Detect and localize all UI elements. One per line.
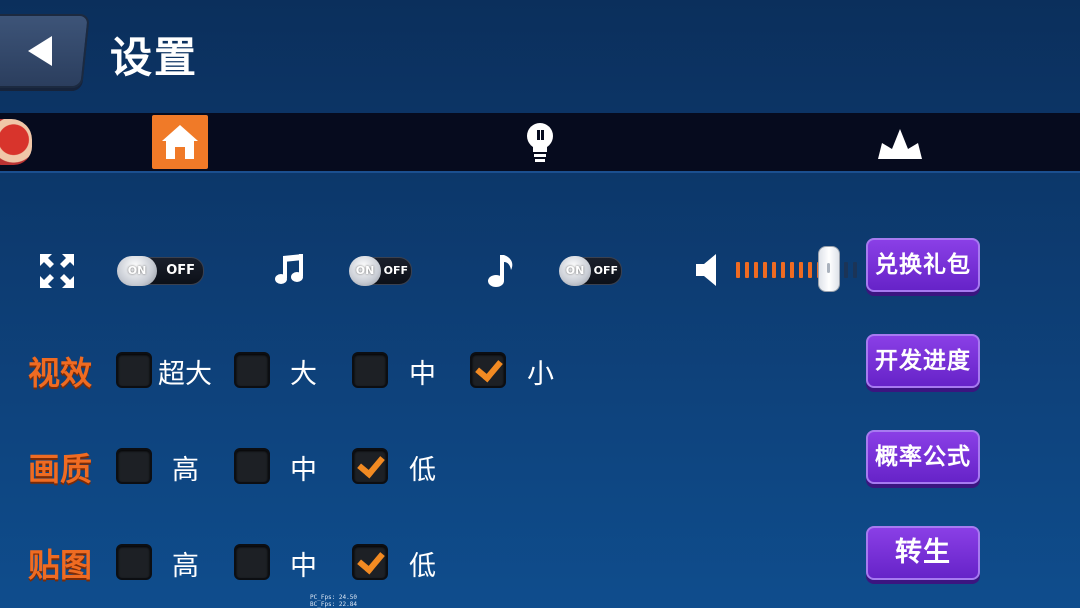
music-toggle[interactable]: ON OFF xyxy=(349,256,412,286)
texture-option-label: 低 xyxy=(409,551,436,582)
sound-effect-icon xyxy=(488,255,513,287)
mascot-icon xyxy=(0,119,32,165)
volume-tick xyxy=(736,262,740,278)
effects-checkbox-small[interactable] xyxy=(470,352,506,388)
effects-label: 视效 xyxy=(28,354,93,392)
texture-label: 贴图 xyxy=(28,546,93,584)
tab-bar xyxy=(0,113,1080,173)
lightbulb-icon xyxy=(527,123,553,162)
effects-option-label: 超大 xyxy=(158,359,212,390)
volume-tick xyxy=(763,262,767,278)
dev-progress-button[interactable]: 开发进度 xyxy=(866,334,980,388)
fullscreen-icon[interactable] xyxy=(38,252,76,290)
quality-checkbox-high[interactable] xyxy=(116,448,152,484)
fullscreen-toggle[interactable]: ON OFF xyxy=(117,256,204,286)
quality-option-label: 低 xyxy=(409,455,436,486)
volume-tick xyxy=(754,262,758,278)
effects-option-label: 中 xyxy=(409,359,436,390)
sound-effect-toggle[interactable]: ON OFF xyxy=(559,256,622,286)
rebirth-button[interactable]: 转生 xyxy=(866,526,980,580)
header: 设置 xyxy=(0,0,1080,112)
quality-checkbox-medium[interactable] xyxy=(234,448,270,484)
toggle-knob: ON xyxy=(349,256,381,286)
effects-option-label: 小 xyxy=(527,359,554,390)
volume-slider-handle[interactable] xyxy=(818,246,840,292)
quality-option-label: 中 xyxy=(290,455,317,486)
volume-slider[interactable] xyxy=(736,262,866,278)
volume-tick xyxy=(799,262,803,278)
crown-icon xyxy=(878,129,922,159)
effects-checkbox-medium[interactable] xyxy=(352,352,388,388)
texture-checkbox-medium[interactable] xyxy=(234,544,270,580)
volume-tick xyxy=(745,262,749,278)
effects-checkbox-large[interactable] xyxy=(234,352,270,388)
back-button[interactable] xyxy=(0,14,90,88)
fps-readout: PC_Fps: 24.50 BC_Fps: 22.84 xyxy=(310,594,357,608)
toggle-off-label: OFF xyxy=(383,264,408,277)
music-icon xyxy=(275,254,303,284)
fps-line: PC_Fps: 24.50 xyxy=(310,594,357,601)
texture-checkbox-low[interactable] xyxy=(352,544,388,580)
effects-checkbox-xlarge[interactable] xyxy=(116,352,152,388)
texture-option-label: 高 xyxy=(172,551,199,582)
volume-tick xyxy=(844,262,848,278)
tab-home[interactable] xyxy=(152,115,208,169)
redeem-gift-button[interactable]: 兑换礼包 xyxy=(866,238,980,292)
texture-checkbox-high[interactable] xyxy=(116,544,152,580)
fps-line: BC_Fps: 22.84 xyxy=(310,601,357,608)
back-arrow-icon xyxy=(27,36,53,66)
toggle-knob: ON xyxy=(559,256,591,286)
tab-crown[interactable] xyxy=(874,121,926,165)
quality-option-label: 高 xyxy=(172,455,199,486)
quality-checkbox-low[interactable] xyxy=(352,448,388,484)
toggle-knob: ON xyxy=(117,256,157,286)
tab-tips[interactable] xyxy=(518,117,562,167)
texture-option-label: 中 xyxy=(290,551,317,582)
toggle-off-label: OFF xyxy=(166,263,195,278)
volume-tick xyxy=(781,262,785,278)
probability-formula-button[interactable]: 概率公式 xyxy=(866,430,980,484)
toggle-off-label: OFF xyxy=(593,264,618,277)
volume-tick xyxy=(772,262,776,278)
page-title: 设置 xyxy=(110,33,199,82)
volume-tick xyxy=(808,262,812,278)
effects-option-label: 大 xyxy=(290,359,317,390)
home-icon xyxy=(162,125,198,159)
quality-label: 画质 xyxy=(28,450,93,488)
volume-tick xyxy=(853,262,857,278)
speaker-icon xyxy=(696,254,716,286)
volume-tick xyxy=(790,262,794,278)
